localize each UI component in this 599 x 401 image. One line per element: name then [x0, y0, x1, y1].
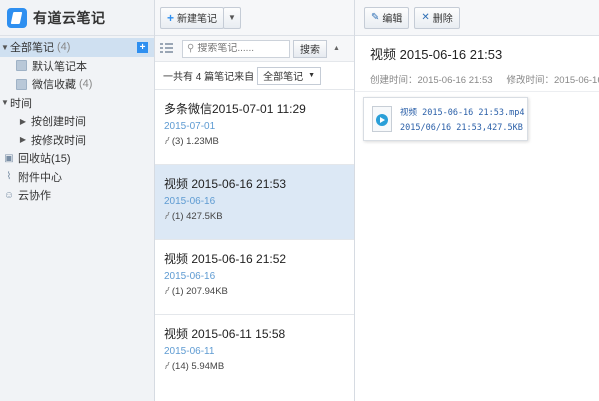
sidebar-item-default-notebook[interactable]: 默认笔记本 — [0, 57, 154, 76]
note-list-item[interactable]: 多条微信2015-07-01 11:29 2015-07-01 ⌇ (3) 1.… — [155, 90, 354, 165]
expand-right-icon[interactable]: ▶ — [18, 117, 28, 126]
sidebar-item-by-created[interactable]: ▶ 按创建时间 — [0, 112, 154, 131]
note-detail-panel: ✎ 编辑 ✕ 删除 视频 2015-06-16 21:53 创建时间：2015-… — [355, 0, 599, 401]
chevron-down-icon: ▼ — [308, 72, 316, 79]
search-bar: ⚲ 搜索 ▲ — [155, 36, 354, 62]
sidebar-item-collab[interactable]: ☺ 云协作 — [0, 186, 154, 205]
paperclip-icon: ⌇ — [161, 135, 172, 148]
note-list-panel: + 新建笔记 ▼ ⚲ 搜索 ▲ 一共有 4 篇笔记来自 全部笔记 ▼ 多条微信2… — [155, 0, 355, 401]
edit-button[interactable]: ✎ 编辑 — [364, 6, 410, 29]
search-field[interactable]: ⚲ — [182, 39, 290, 58]
note-attachment-info: ⌇ (1) 427.5KB — [161, 210, 354, 223]
notebook-tree: ▼ 全部笔记 (4) + 默认笔记本 微信收藏 (4) ▼ 时间 ▶ 按创建时间… — [0, 36, 154, 205]
note-attachment-info: ⌇ (3) 1.23MB — [161, 135, 354, 148]
plus-icon: + — [167, 10, 175, 25]
note-date: 2015-06-11 — [164, 346, 215, 357]
created-time: 创建时间：2015-06-16 21:53 — [370, 74, 493, 86]
notebook-filter-dropdown[interactable]: 全部笔记 ▼ — [257, 66, 322, 85]
attachment-summary: (14) 5.94MB — [171, 361, 225, 372]
sidebar-item-count: (4) — [79, 78, 93, 91]
sidebar-item-label: 时间 — [10, 97, 32, 110]
note-meta: 创建时间：2015-06-16 21:53 修改时间：2015-06-16 21… — [355, 66, 599, 92]
attachment-details: 2015/06/16 21:53,427.5KB — [400, 122, 523, 133]
modified-time: 修改时间：2015-06-16 21:53 — [506, 74, 599, 86]
search-button[interactable]: 搜索 — [293, 39, 327, 58]
scroll-up-icon[interactable]: ▲ — [333, 45, 340, 52]
sidebar-item-label: 全部笔记 — [10, 42, 54, 55]
sidebar-item-time[interactable]: ▼ 时间 — [0, 94, 154, 113]
sidebar-item-all-notes[interactable]: ▼ 全部笔记 (4) + — [0, 38, 154, 57]
sidebar-item-label: 回收站(15) — [18, 153, 71, 166]
note-title: 视频 2015-06-16 21:53 — [164, 177, 287, 191]
notebook-icon — [16, 78, 27, 90]
note-count-text: 一共有 4 篇笔记来自 — [163, 72, 255, 83]
paperclip-icon: ⌇ — [161, 210, 172, 223]
sidebar-item-label: 附件中心 — [18, 171, 62, 184]
sidebar-item-by-modified[interactable]: ▶ 按修改时间 — [0, 131, 154, 150]
paperclip-icon: ⌇ — [161, 285, 172, 298]
sidebar-item-label: 按创建时间 — [31, 116, 86, 129]
new-note-dropdown-button[interactable]: ▼ — [223, 6, 241, 29]
note-date: 2015-06-16 — [164, 196, 216, 207]
sidebar-item-label: 云协作 — [18, 190, 51, 203]
delete-label: 删除 — [432, 14, 453, 25]
note-list-item[interactable]: 视频 2015-06-16 21:52 2015-06-16 ⌇ (1) 207… — [155, 240, 354, 315]
paperclip-icon: ⌇ — [6, 171, 12, 183]
app-logo: 有道云笔记 — [0, 0, 154, 36]
note-title: 视频 2015-06-16 21:52 — [164, 252, 287, 266]
search-icon: ⚲ — [187, 43, 195, 54]
notebook-icon — [16, 60, 27, 72]
youdao-note-logo-icon — [7, 7, 27, 28]
expand-down-icon[interactable]: ▼ — [0, 98, 10, 107]
note-date: 2015-06-16 — [164, 271, 216, 282]
pencil-icon: ✎ — [371, 12, 380, 23]
note-list-item[interactable]: 视频 2015-06-11 15:58 2015-06-11 ⌇ (14) 5.… — [155, 315, 354, 390]
search-input[interactable] — [197, 43, 280, 54]
note-date: 2015-07-01 — [164, 121, 216, 132]
list-toolbar: + 新建笔记 ▼ — [155, 0, 354, 36]
sidebar-item-trash[interactable]: ▣ 回收站(15) — [0, 149, 154, 168]
add-notebook-icon[interactable]: + — [137, 42, 148, 53]
sidebar-item-wechat-favorites[interactable]: 微信收藏 (4) — [0, 75, 154, 94]
expand-right-icon[interactable]: ▶ — [18, 135, 28, 144]
note-title: 多条微信2015-07-01 11:29 — [164, 102, 306, 116]
close-icon: ✕ — [421, 12, 430, 23]
sidebar-item-label: 按修改时间 — [31, 134, 86, 147]
users-icon: ☺ — [3, 189, 15, 201]
filter-label: 全部笔记 — [263, 72, 304, 83]
attachment-summary: (1) 207.94KB — [171, 286, 228, 297]
attachment-filename[interactable]: 视频 2015-06-16 21:53.mp4 — [400, 106, 524, 118]
list-view-icon[interactable] — [160, 42, 174, 55]
video-file-icon — [372, 106, 392, 132]
note-detail-title: 视频 2015-06-16 21:53 — [370, 47, 503, 62]
delete-button[interactable]: ✕ 删除 — [414, 6, 460, 29]
sidebar: 有道云笔记 ▼ 全部笔记 (4) + 默认笔记本 微信收藏 (4) ▼ 时间 ▶… — [0, 0, 155, 401]
detail-toolbar: ✎ 编辑 ✕ 删除 — [355, 0, 599, 36]
note-attachment-info: ⌇ (1) 207.94KB — [161, 285, 354, 298]
note-attachment-info: ⌇ (14) 5.94MB — [161, 360, 354, 373]
sidebar-item-label: 默认笔记本 — [32, 60, 87, 73]
app-title: 有道云笔记 — [33, 9, 106, 26]
paperclip-icon: ⌇ — [161, 360, 172, 373]
sidebar-item-attachments[interactable]: ⌇ 附件中心 — [0, 168, 154, 187]
note-list-item[interactable]: 视频 2015-06-16 21:53 2015-06-16 ⌇ (1) 427… — [155, 165, 354, 240]
edit-label: 编辑 — [382, 14, 403, 25]
sidebar-item-label: 微信收藏 — [32, 79, 76, 92]
list-count-row: 一共有 4 篇笔记来自 全部笔记 ▼ — [155, 62, 354, 90]
new-note-label: 新建笔记 — [177, 14, 218, 25]
attachment-card[interactable]: 视频 2015-06-16 21:53.mp4 2015/06/16 21:53… — [363, 97, 528, 141]
new-note-button[interactable]: + 新建笔记 — [160, 6, 225, 29]
attachment-summary: (1) 427.5KB — [171, 211, 223, 222]
trash-icon: ▣ — [4, 152, 14, 164]
attachment-summary: (3) 1.23MB — [171, 136, 219, 147]
chevron-down-icon: ▼ — [228, 13, 236, 22]
sidebar-item-count: (4) — [57, 41, 71, 54]
note-title: 视频 2015-06-11 15:58 — [164, 327, 286, 341]
expand-down-icon[interactable]: ▼ — [0, 43, 10, 52]
